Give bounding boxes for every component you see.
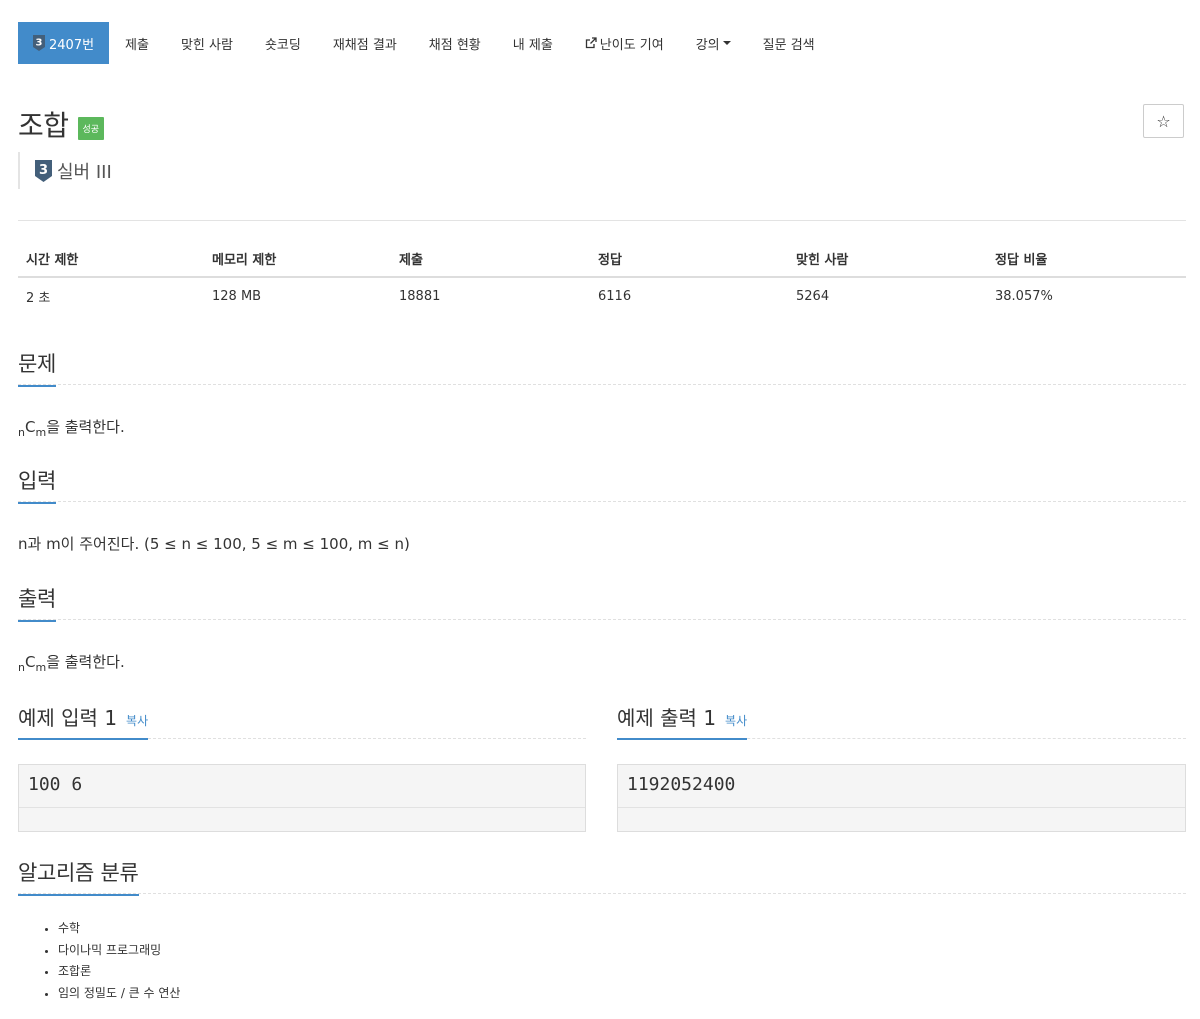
tab-status-label: 채점 현황 bbox=[428, 37, 481, 53]
table-header-row: 시간 제한 메모리 제한 제출 정답 맞힌 사람 정답 비율 bbox=[18, 240, 1186, 278]
subscript-m: m bbox=[35, 426, 47, 439]
tab-lectures-dropdown[interactable]: 강의 bbox=[680, 22, 747, 64]
sample-input-box: 100 6 bbox=[18, 764, 586, 832]
sample-input-header: 예제 입력 1 복사 bbox=[18, 702, 586, 740]
algorithm-tag[interactable]: 임의 정밀도 / 큰 수 연산 bbox=[58, 983, 180, 1005]
sample-input-title: 예제 입력 1 bbox=[18, 706, 118, 730]
output-text: nCm을 출력한다. bbox=[18, 651, 125, 674]
tier-silver-icon: 3 bbox=[33, 35, 45, 51]
algorithm-section-header: 알고리즘 분류 bbox=[18, 857, 1186, 896]
subscript-n: n bbox=[18, 661, 25, 674]
tier-icon-number: 3 bbox=[36, 38, 43, 49]
ratio-value: 38.057% bbox=[995, 288, 1053, 304]
sample-output-title: 예제 출력 1 bbox=[617, 706, 717, 730]
tier-silver-icon: 3 bbox=[35, 159, 52, 182]
header-solvers: 맞힌 사람 bbox=[788, 240, 987, 278]
description-text: nCm을 출력한다. bbox=[18, 416, 125, 439]
problem-tier: 3 실버 III bbox=[18, 152, 112, 189]
header-submissions: 제출 bbox=[391, 240, 590, 278]
tier-label: 실버 III bbox=[57, 161, 112, 183]
header-time-limit: 시간 제한 bbox=[18, 240, 204, 278]
problem-info-table: 시간 제한 메모리 제한 제출 정답 맞힌 사람 정답 비율 2 초 128 M… bbox=[18, 240, 1186, 314]
algorithm-tag[interactable]: 수학 bbox=[58, 918, 180, 940]
submissions-value: 18881 bbox=[399, 288, 441, 304]
copy-sample-output-button[interactable]: 복사 bbox=[725, 712, 747, 729]
favorite-button[interactable]: ☆ bbox=[1143, 104, 1184, 138]
tab-my-submissions-label: 내 제출 bbox=[512, 37, 553, 53]
sample-output-value: 1192052400 bbox=[627, 774, 736, 795]
sample-input-title-wrap: 예제 입력 1 복사 bbox=[18, 702, 149, 740]
memory-limit-value: 128 MB bbox=[212, 288, 262, 304]
tab-my-submissions[interactable]: 내 제출 bbox=[497, 22, 569, 64]
code-divider bbox=[19, 807, 585, 808]
sample-output-header: 예제 출력 1 복사 bbox=[617, 702, 1186, 740]
solvers-value: 5264 bbox=[796, 288, 830, 304]
input-title: 입력 bbox=[18, 465, 56, 504]
tab-short-coding-label: 숏코딩 bbox=[264, 37, 301, 53]
status-badge: 성공 bbox=[77, 116, 105, 140]
star-outline-icon: ☆ bbox=[1156, 111, 1171, 131]
tab-difficulty-contribution-label: 난이도 기여 bbox=[599, 37, 664, 53]
problem-title: 조합 bbox=[18, 109, 69, 142]
output-section-header: 출력 bbox=[18, 583, 1186, 622]
combination-letter: C bbox=[24, 418, 36, 436]
tab-solvers-label: 맞힌 사람 bbox=[180, 37, 233, 53]
external-link-icon bbox=[585, 37, 597, 49]
chevron-down-icon bbox=[722, 41, 731, 45]
problem-title-row: 조합 성공 bbox=[18, 104, 105, 144]
algorithm-title: 알고리즘 분류 bbox=[18, 857, 139, 896]
combination-letter: C bbox=[24, 653, 36, 671]
tab-lectures-label: 강의 bbox=[695, 37, 720, 53]
divider bbox=[18, 220, 1186, 221]
subscript-n: n bbox=[18, 426, 25, 439]
table-row: 2 초 128 MB 18881 6116 5264 38.057% bbox=[18, 277, 1186, 314]
output-title: 출력 bbox=[18, 583, 56, 622]
code-divider bbox=[618, 807, 1185, 808]
problem-page: 3 2407번 제출 맞힌 사람 숏코딩 재채점 결과 채점 현황 내 제출 난… bbox=[0, 0, 1200, 1019]
algorithm-tag[interactable]: 조합론 bbox=[58, 961, 180, 983]
input-section-header: 입력 bbox=[18, 465, 1186, 504]
input-text: n과 m이 주어진다. (5 ≤ n ≤ 100, 5 ≤ m ≤ 100, m… bbox=[18, 535, 410, 553]
header-ratio: 정답 비율 bbox=[987, 240, 1186, 278]
time-limit-value: 2 초 bbox=[26, 290, 51, 306]
tab-question-search[interactable]: 질문 검색 bbox=[747, 22, 831, 64]
copy-sample-input-button[interactable]: 복사 bbox=[126, 712, 148, 729]
header-memory-limit: 메모리 제한 bbox=[204, 240, 391, 278]
description-section-header: 문제 bbox=[18, 348, 1186, 387]
description-body: 을 출력한다. bbox=[46, 418, 125, 436]
description-title: 문제 bbox=[18, 348, 56, 387]
accepted-value: 6116 bbox=[598, 288, 632, 304]
tab-problem[interactable]: 3 2407번 bbox=[18, 22, 110, 64]
sample-input-value: 100 6 bbox=[28, 774, 83, 795]
sample-output-title-wrap: 예제 출력 1 복사 bbox=[617, 702, 748, 740]
sample-output-box: 1192052400 bbox=[617, 764, 1186, 832]
tab-short-coding[interactable]: 숏코딩 bbox=[249, 22, 317, 64]
problem-menu: 3 2407번 제출 맞힌 사람 숏코딩 재채점 결과 채점 현황 내 제출 난… bbox=[18, 22, 831, 64]
tab-solvers[interactable]: 맞힌 사람 bbox=[165, 22, 249, 64]
tab-status[interactable]: 채점 현황 bbox=[413, 22, 497, 64]
header-accepted: 정답 bbox=[590, 240, 788, 278]
tab-submit-label: 제출 bbox=[125, 37, 149, 53]
tab-question-search-label: 질문 검색 bbox=[762, 37, 815, 53]
subscript-m: m bbox=[35, 661, 47, 674]
algorithm-tag[interactable]: 다이나믹 프로그래밍 bbox=[58, 940, 180, 962]
tab-rejudge-label: 재채점 결과 bbox=[332, 37, 397, 53]
tab-problem-label: 2407번 bbox=[49, 37, 95, 53]
algorithm-tag-list: 수학 다이나믹 프로그래밍 조합론 임의 정밀도 / 큰 수 연산 bbox=[18, 918, 180, 1004]
tier-icon-number: 3 bbox=[39, 163, 48, 178]
tab-rejudge[interactable]: 재채점 결과 bbox=[317, 22, 413, 64]
output-body: 을 출력한다. bbox=[46, 653, 125, 671]
tab-submit[interactable]: 제출 bbox=[109, 22, 165, 64]
tab-difficulty-contribution[interactable]: 난이도 기여 bbox=[569, 22, 680, 64]
